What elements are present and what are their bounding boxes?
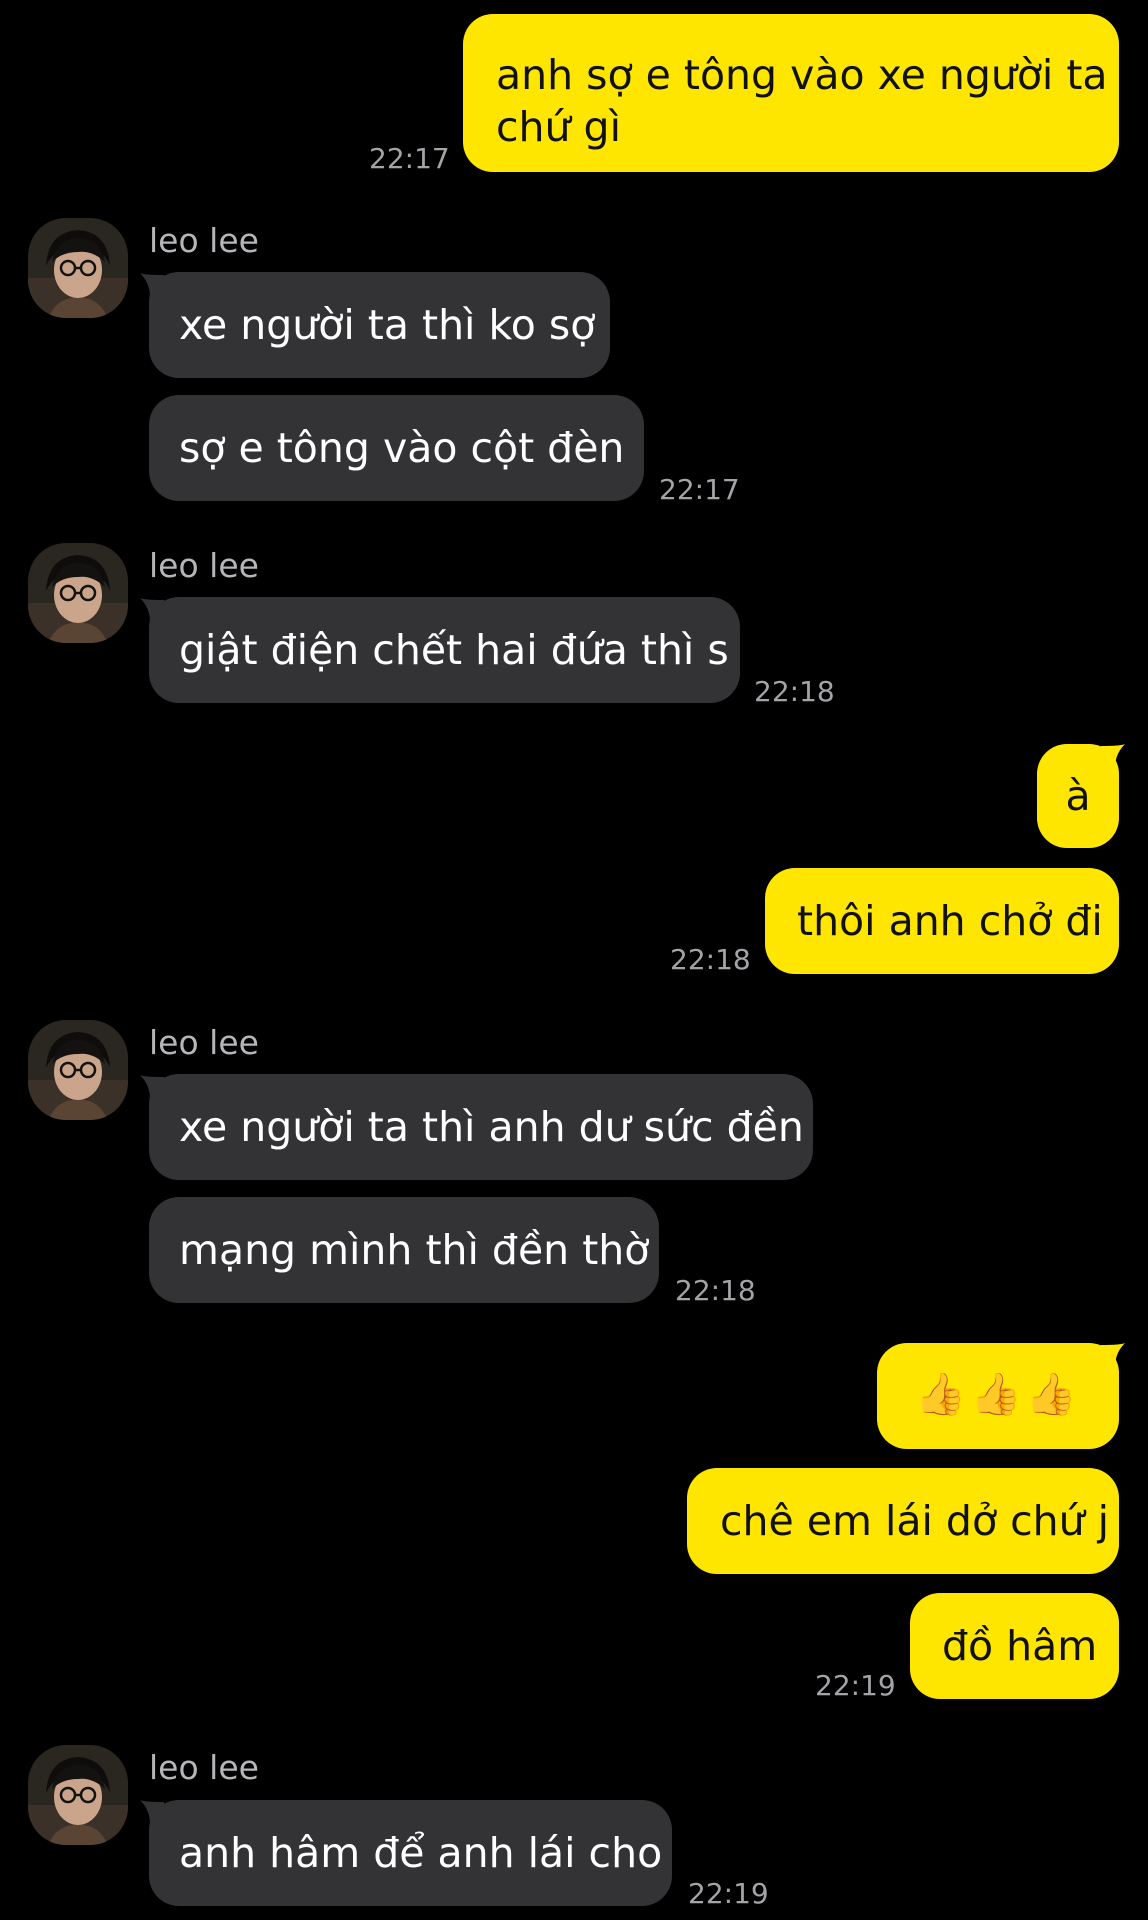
- message-text: xe người ta thì anh dư sức đền: [179, 1103, 804, 1151]
- outgoing-message-bubble[interactable]: à: [1037, 744, 1119, 848]
- message-text: giật điện chết hai đứa thì s: [179, 626, 729, 674]
- outgoing-message-bubble[interactable]: anh sợ e tông vào xe người ta chứ gì: [463, 14, 1119, 172]
- incoming-message-bubble[interactable]: sợ e tông vào cột đèn: [149, 395, 644, 501]
- incoming-message-bubble[interactable]: giật điện chết hai đứa thì s: [149, 597, 740, 703]
- avatar-photo: [28, 543, 128, 643]
- outgoing-message-bubble[interactable]: chê em lái dở chứ j: [687, 1468, 1119, 1574]
- message-text-line: chứ gì: [496, 103, 621, 151]
- message-text: sợ e tông vào cột đèn: [179, 424, 625, 472]
- avatar-photo: [28, 218, 128, 318]
- message-text: anh hâm để anh lái cho: [179, 1829, 663, 1877]
- sender-name: leo lee: [149, 546, 259, 585]
- incoming-message-bubble[interactable]: xe người ta thì anh dư sức đền: [149, 1074, 813, 1180]
- message-text: thôi anh chở đi: [797, 897, 1103, 945]
- incoming-message-bubble[interactable]: xe người ta thì ko sợ: [149, 272, 610, 378]
- contact-avatar[interactable]: [28, 218, 128, 318]
- avatar-photo: [28, 1020, 128, 1120]
- avatar-photo: [28, 1745, 128, 1845]
- contact-avatar[interactable]: [28, 1745, 128, 1845]
- message-text-line: anh sợ e tông vào xe người ta: [496, 51, 1108, 99]
- message-text: chê em lái dở chứ j: [720, 1497, 1109, 1545]
- message-timestamp: 22:18: [754, 675, 835, 708]
- contact-avatar[interactable]: [28, 543, 128, 643]
- message-timestamp: 22:18: [675, 1274, 756, 1307]
- message-text: mạng mình thì đền thờ: [179, 1226, 650, 1274]
- incoming-message-bubble[interactable]: mạng mình thì đền thờ: [149, 1197, 659, 1303]
- message-timestamp: 22:18: [670, 943, 751, 976]
- message-text: xe người ta thì ko sợ: [179, 301, 596, 349]
- sender-name: leo lee: [149, 1023, 259, 1062]
- incoming-message-bubble[interactable]: anh hâm để anh lái cho: [149, 1800, 672, 1906]
- message-timestamp: 22:17: [659, 473, 740, 506]
- message-timestamp: 22:19: [688, 1877, 769, 1910]
- outgoing-message-bubble[interactable]: đồ hâm: [910, 1593, 1119, 1699]
- sender-name: leo lee: [149, 1748, 259, 1787]
- outgoing-message-bubble[interactable]: thôi anh chở đi: [765, 868, 1119, 974]
- contact-avatar[interactable]: [28, 1020, 128, 1120]
- sender-name: leo lee: [149, 221, 259, 260]
- message-timestamp: 22:19: [815, 1669, 896, 1702]
- outgoing-message-bubble[interactable]: 👍👍👍: [877, 1343, 1119, 1449]
- message-timestamp: 22:17: [369, 142, 450, 175]
- thumbs-up-icon: 👍👍👍: [915, 1370, 1081, 1418]
- message-text: à: [1065, 772, 1091, 820]
- message-text: đồ hâm: [942, 1622, 1098, 1670]
